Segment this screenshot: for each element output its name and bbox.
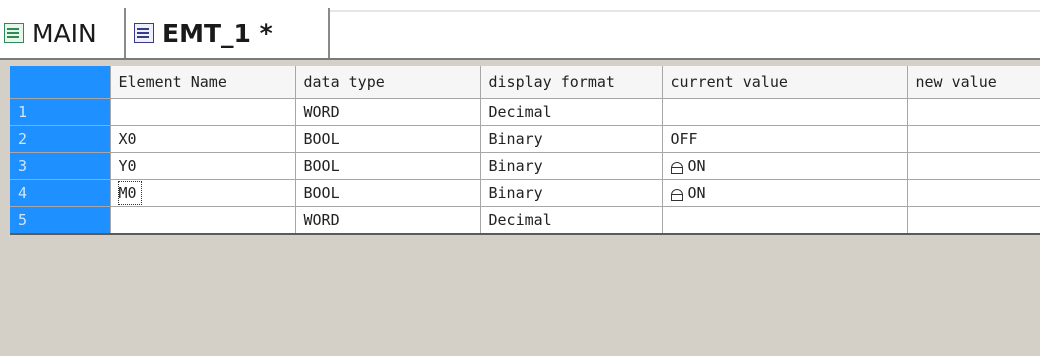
current-value-text: ON	[687, 157, 706, 175]
element-name-text: M0	[117, 181, 142, 205]
table-row[interactable]: 3 Y0 BOOL Binary ON	[10, 152, 1040, 180]
corner-cell[interactable]	[10, 66, 111, 99]
display-format-cell[interactable]: Binary	[480, 179, 663, 207]
new-value-cell[interactable]	[907, 125, 1040, 153]
tab-separator	[124, 8, 126, 58]
column-header-data-type[interactable]: data type	[295, 66, 481, 99]
row-number[interactable]: 1	[10, 98, 111, 126]
data-type-cell[interactable]: BOOL	[295, 152, 481, 180]
grid-area: Element Name data type display format cu…	[10, 60, 1040, 356]
tab-separator	[328, 8, 330, 58]
data-type-cell[interactable]: WORD	[295, 98, 481, 126]
new-value-cell[interactable]	[907, 98, 1040, 126]
display-format-cell[interactable]: Binary	[480, 125, 663, 153]
tab-emt-1[interactable]: EMT_1 *	[134, 8, 326, 58]
tab-main-label: MAIN	[32, 18, 97, 48]
column-header-display-format[interactable]: display format	[480, 66, 663, 99]
new-value-cell[interactable]	[907, 179, 1040, 207]
program-icon	[4, 23, 24, 43]
header-row: Element Name data type display format cu…	[10, 66, 1040, 99]
monitor-grid: Element Name data type display format cu…	[10, 66, 1040, 235]
display-format-cell[interactable]: Decimal	[480, 98, 663, 126]
row-number[interactable]: 3	[10, 152, 111, 180]
table-row[interactable]: 4 M0 BOOL Binary ON	[10, 179, 1040, 207]
table-row[interactable]: 1 WORD Decimal	[10, 98, 1040, 126]
element-name-cell[interactable]	[110, 98, 296, 126]
display-format-cell[interactable]: Decimal	[480, 206, 663, 235]
row-number[interactable]: 5	[10, 206, 111, 235]
tab-strip: MAIN EMT_1 *	[0, 0, 1040, 60]
current-value-cell	[662, 206, 908, 235]
new-value-cell[interactable]	[907, 152, 1040, 180]
current-value-cell: ON	[662, 152, 908, 180]
tab-strip-line	[330, 10, 1040, 12]
display-format-cell[interactable]: Binary	[480, 152, 663, 180]
data-type-cell[interactable]: BOOL	[295, 125, 481, 153]
current-value-cell	[662, 98, 908, 126]
tab-emt-1-label: EMT_1 *	[162, 18, 273, 48]
element-name-cell[interactable]	[110, 206, 296, 235]
data-type-cell[interactable]: WORD	[295, 206, 481, 235]
element-name-cell[interactable]: Y0	[110, 152, 296, 180]
row-number[interactable]: 4	[10, 179, 111, 207]
row-number[interactable]: 2	[10, 125, 111, 153]
column-header-current-value[interactable]: current value	[662, 66, 908, 99]
column-header-new-value[interactable]: new value	[907, 66, 1040, 99]
monitor-table-icon	[134, 23, 154, 43]
column-header-element-name[interactable]: Element Name	[110, 66, 296, 99]
tab-main[interactable]: MAIN	[4, 8, 120, 58]
element-name-cell[interactable]: X0	[110, 125, 296, 153]
monitor-table-panel: Element Name data type display format cu…	[0, 58, 1040, 356]
current-value-cell: ON	[662, 179, 908, 207]
current-value-cell: OFF	[662, 125, 908, 153]
status-on-icon	[670, 161, 683, 174]
current-value-text: ON	[687, 184, 706, 202]
table-row[interactable]: 2 X0 BOOL Binary OFF	[10, 125, 1040, 153]
data-type-cell[interactable]: BOOL	[295, 179, 481, 207]
table-row[interactable]: 5 WORD Decimal	[10, 206, 1040, 235]
new-value-cell[interactable]	[907, 206, 1040, 235]
status-on-icon	[670, 188, 683, 201]
element-name-cell[interactable]: M0	[110, 179, 296, 207]
